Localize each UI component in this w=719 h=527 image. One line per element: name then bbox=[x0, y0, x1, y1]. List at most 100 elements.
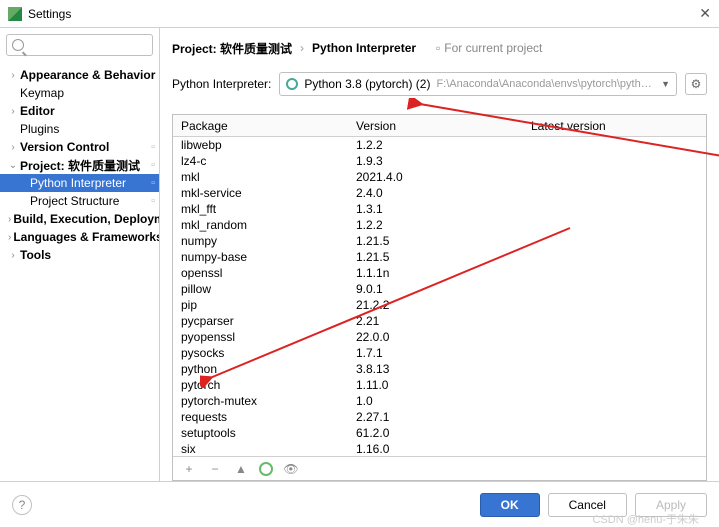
col-latest[interactable]: Latest version bbox=[523, 115, 706, 136]
col-package[interactable]: Package bbox=[173, 115, 348, 136]
interpreter-path: F:\Anaconda\Anaconda\envs\pytorch\python… bbox=[436, 78, 655, 90]
table-row[interactable]: pillow9.0.1 bbox=[173, 281, 706, 297]
cell-version: 1.0 bbox=[348, 393, 523, 409]
crumb-page: Python Interpreter bbox=[312, 41, 416, 55]
table-row[interactable]: python3.8.13 bbox=[173, 361, 706, 377]
titlebar: Settings ✕ bbox=[0, 0, 719, 28]
tree-editor[interactable]: ›Editor bbox=[0, 102, 159, 120]
cell-latest bbox=[523, 201, 706, 217]
cell-latest bbox=[523, 233, 706, 249]
close-icon[interactable]: ✕ bbox=[699, 5, 711, 22]
search-input[interactable] bbox=[6, 34, 153, 56]
cell-version: 1.3.1 bbox=[348, 201, 523, 217]
table-row[interactable]: numpy1.21.5 bbox=[173, 233, 706, 249]
cell-version: 1.9.3 bbox=[348, 153, 523, 169]
table-row[interactable]: libwebp1.2.2 bbox=[173, 137, 706, 153]
cell-latest bbox=[523, 329, 706, 345]
cell-package: pillow bbox=[173, 281, 348, 297]
table-row[interactable]: mkl-service2.4.0 bbox=[173, 185, 706, 201]
cell-latest bbox=[523, 361, 706, 377]
watermark: CSDN @henu-于朱朱 bbox=[592, 511, 699, 527]
interpreter-select[interactable]: Python 3.8 (pytorch) (2) F:\Anaconda\Ana… bbox=[279, 72, 677, 96]
search-icon bbox=[12, 39, 24, 51]
tree-project[interactable]: ⌄Project: 软件质量测试▫ bbox=[0, 156, 159, 174]
cell-latest bbox=[523, 217, 706, 233]
col-version[interactable]: Version bbox=[348, 115, 523, 136]
gear-icon[interactable]: ⚙ bbox=[685, 73, 707, 95]
cell-latest bbox=[523, 313, 706, 329]
app-icon bbox=[8, 7, 22, 21]
show-early-releases-icon[interactable] bbox=[283, 462, 299, 476]
cell-version: 61.2.0 bbox=[348, 425, 523, 441]
chevron-down-icon: ▼ bbox=[661, 79, 670, 89]
table-row[interactable]: numpy-base1.21.5 bbox=[173, 249, 706, 265]
interpreter-label: Python Interpreter: bbox=[172, 77, 271, 91]
cell-package: requests bbox=[173, 409, 348, 425]
python-icon bbox=[286, 78, 298, 90]
cell-version: 2.27.1 bbox=[348, 409, 523, 425]
ok-button[interactable]: OK bbox=[480, 493, 540, 517]
cell-package: mkl_random bbox=[173, 217, 348, 233]
chevron-right-icon: › bbox=[8, 232, 11, 243]
content-pane: Project: 软件质量测试 › Python Interpreter ▫Fo… bbox=[160, 28, 719, 481]
table-row[interactable]: pyopenssl22.0.0 bbox=[173, 329, 706, 345]
help-button[interactable]: ? bbox=[12, 495, 32, 515]
cell-version: 1.21.5 bbox=[348, 249, 523, 265]
cell-latest bbox=[523, 425, 706, 441]
table-row[interactable]: setuptools61.2.0 bbox=[173, 425, 706, 441]
table-row[interactable]: pip21.2.2 bbox=[173, 297, 706, 313]
table-header: Package Version Latest version bbox=[173, 115, 706, 137]
cell-package: numpy bbox=[173, 233, 348, 249]
cell-package: setuptools bbox=[173, 425, 348, 441]
crumb-project[interactable]: Project: 软件质量测试 bbox=[172, 40, 292, 57]
tree-build[interactable]: ›Build, Execution, Deployment bbox=[0, 210, 159, 228]
scope-icon: ▫ bbox=[151, 177, 155, 189]
table-row[interactable]: mkl2021.4.0 bbox=[173, 169, 706, 185]
remove-button[interactable]: − bbox=[207, 462, 223, 476]
tree-vcs[interactable]: ›Version Control▫ bbox=[0, 138, 159, 156]
tree-keymap[interactable]: Keymap bbox=[0, 84, 159, 102]
interpreter-name: Python 3.8 (pytorch) (2) bbox=[304, 77, 430, 91]
tree-appearance[interactable]: ›Appearance & Behavior bbox=[0, 66, 159, 84]
conda-icon[interactable] bbox=[259, 462, 273, 476]
table-row[interactable]: mkl_fft1.3.1 bbox=[173, 201, 706, 217]
cell-version: 2.4.0 bbox=[348, 185, 523, 201]
cell-package: six bbox=[173, 441, 348, 456]
table-toolbar: + − ▲ bbox=[173, 456, 706, 480]
cell-package: lz4-c bbox=[173, 153, 348, 169]
cell-version: 22.0.0 bbox=[348, 329, 523, 345]
chevron-right-icon: › bbox=[8, 142, 18, 153]
tree-project-structure[interactable]: Project Structure▫ bbox=[0, 192, 159, 210]
tree-python-interpreter[interactable]: Python Interpreter▫ bbox=[0, 174, 159, 192]
table-row[interactable]: requests2.27.1 bbox=[173, 409, 706, 425]
table-row[interactable]: six1.16.0 bbox=[173, 441, 706, 456]
cell-latest bbox=[523, 169, 706, 185]
cell-latest bbox=[523, 137, 706, 153]
tree-plugins[interactable]: Plugins bbox=[0, 120, 159, 138]
table-row[interactable]: pycparser2.21 bbox=[173, 313, 706, 329]
cell-version: 9.0.1 bbox=[348, 281, 523, 297]
tree-lang[interactable]: ›Languages & Frameworks▫ bbox=[0, 228, 159, 246]
cell-package: mkl-service bbox=[173, 185, 348, 201]
cell-package: mkl bbox=[173, 169, 348, 185]
table-row[interactable]: lz4-c1.9.3 bbox=[173, 153, 706, 169]
table-row[interactable]: pysocks1.7.1 bbox=[173, 345, 706, 361]
cell-package: pysocks bbox=[173, 345, 348, 361]
for-current-project: ▫For current project bbox=[436, 41, 542, 55]
table-row[interactable]: pytorch-mutex1.0 bbox=[173, 393, 706, 409]
cell-version: 1.2.2 bbox=[348, 217, 523, 233]
chevron-right-icon: › bbox=[8, 214, 11, 225]
cell-latest bbox=[523, 249, 706, 265]
add-button[interactable]: + bbox=[181, 462, 197, 476]
cell-latest bbox=[523, 265, 706, 281]
cell-package: numpy-base bbox=[173, 249, 348, 265]
cell-package: pytorch bbox=[173, 377, 348, 393]
window-title: Settings bbox=[28, 7, 699, 21]
table-row[interactable]: mkl_random1.2.2 bbox=[173, 217, 706, 233]
cell-package: pycparser bbox=[173, 313, 348, 329]
cell-latest bbox=[523, 281, 706, 297]
tree-tools[interactable]: ›Tools bbox=[0, 246, 159, 264]
table-row[interactable]: openssl1.1.1n bbox=[173, 265, 706, 281]
upgrade-button[interactable]: ▲ bbox=[233, 462, 249, 476]
table-row[interactable]: pytorch1.11.0 bbox=[173, 377, 706, 393]
